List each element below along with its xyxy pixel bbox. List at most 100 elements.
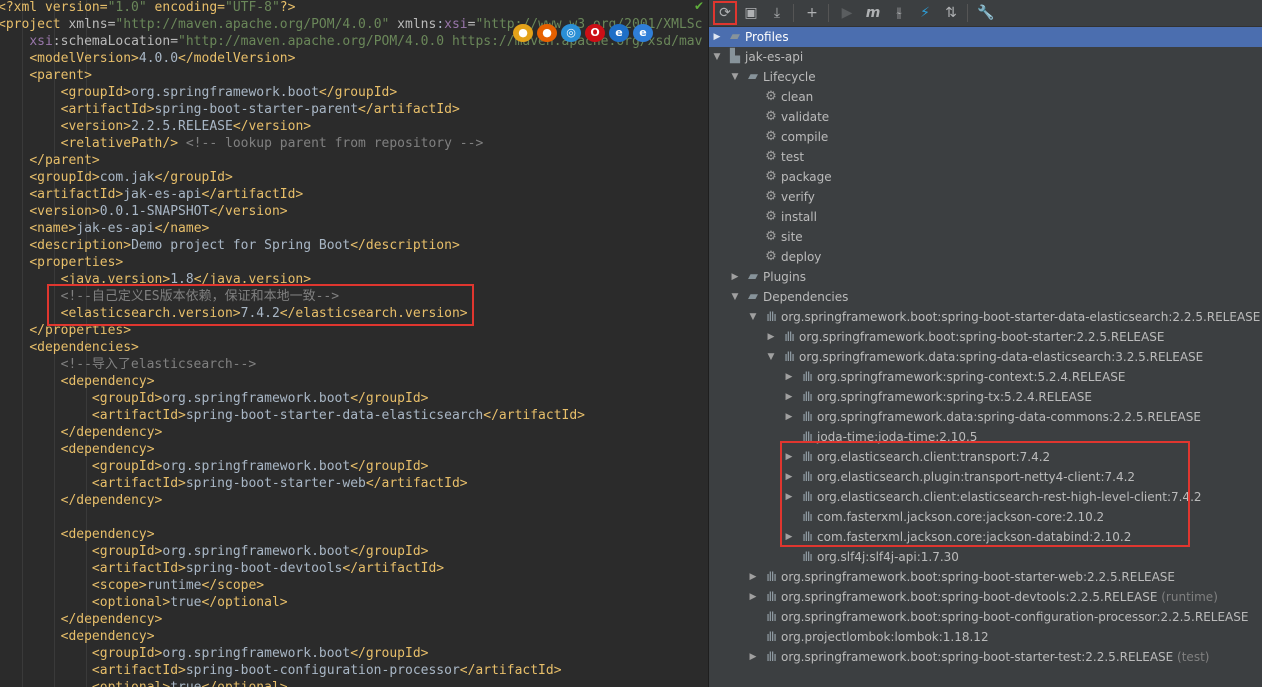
code-token: <groupId>: [91, 391, 163, 406]
tree-node[interactable]: ▼ ▙ jak-es-api: [709, 47, 1262, 67]
code-line[interactable]: <groupId>com.jak</groupId>: [0, 169, 233, 186]
run-maven-build-button[interactable]: ▶: [835, 2, 859, 24]
tree-node[interactable]: ▶ ıllı org.springframework.boot:spring-boo…: [709, 567, 1262, 587]
code-line[interactable]: <name>jak-es-api</name>: [0, 220, 209, 237]
code-line[interactable]: </dependency>: [0, 424, 163, 441]
collapse-arrow-icon[interactable]: ▼: [730, 67, 740, 87]
tree-node[interactable]: ⚙ compile: [709, 127, 1262, 147]
tree-node[interactable]: ▶ ıllı org.springframework.boot:spring-boo…: [709, 647, 1262, 667]
tree-node[interactable]: ▶ ıllı org.springframework.boot:spring-boo…: [709, 587, 1262, 607]
code-line[interactable]: <dependency>: [0, 526, 155, 543]
skip-tests-button[interactable]: ⚡: [913, 2, 937, 24]
safari-icon[interactable]: ◎: [561, 24, 581, 42]
pom-xml-editor[interactable]: <?xml version="1.0" encoding="UTF-8"?> <p…: [0, 0, 708, 687]
edge-icon[interactable]: e: [633, 24, 653, 42]
code-line[interactable]: <relativePath/> <!-- lookup parent from …: [0, 135, 484, 152]
tree-node-label: test: [781, 150, 805, 164]
tree-node[interactable]: ▼ ıllı org.springframework.data:spring-dat…: [709, 347, 1262, 367]
reimport-button[interactable]: ⟳: [713, 1, 737, 25]
code-line[interactable]: <groupId>org.springframework.boot</group…: [0, 458, 429, 475]
code-line[interactable]: <groupId>org.springframework.boot</group…: [0, 84, 398, 101]
code-line[interactable]: <?xml version="1.0" encoding="UTF-8"?>: [0, 0, 295, 16]
tree-node[interactable]: ⚙ validate: [709, 107, 1262, 127]
code-line[interactable]: <optional>true</optional>: [0, 594, 288, 611]
code-token: true: [170, 680, 201, 687]
collapse-arrow-icon[interactable]: ▼: [730, 287, 740, 307]
code-line[interactable]: </parent>: [0, 152, 99, 169]
code-line[interactable]: <groupId>org.springframework.boot</group…: [0, 645, 429, 662]
code-line[interactable]: <dependency>: [0, 373, 155, 390]
expand-arrow-icon[interactable]: ▶: [784, 387, 794, 407]
code-line[interactable]: <artifactId>spring-boot-starter-web</art…: [0, 475, 468, 492]
code-line[interactable]: <groupId>org.springframework.boot</group…: [0, 543, 429, 560]
download-sources-button[interactable]: ⤓: [765, 2, 789, 24]
tree-node[interactable]: ▶ ▰ Profiles: [709, 27, 1262, 47]
collapse-arrow-icon[interactable]: ▼: [712, 47, 722, 67]
firefox-icon[interactable]: ●: [537, 24, 557, 42]
code-line[interactable]: <dependency>: [0, 441, 155, 458]
code-line[interactable]: <artifactId>spring-boot-starter-data-ela…: [0, 407, 585, 424]
maven-settings-button[interactable]: 🔧: [974, 2, 998, 24]
code-line[interactable]: <modelVersion>4.0.0</modelVersion>: [0, 50, 295, 67]
code-line[interactable]: <description>Demo project for Spring Boo…: [0, 237, 459, 254]
code-line[interactable]: </dependency>: [0, 611, 163, 628]
opera-icon[interactable]: O: [585, 24, 605, 42]
tree-node[interactable]: ıllı org.projectlombok:lombok:1.18.12: [709, 627, 1262, 647]
code-line[interactable]: <artifactId>spring-boot-devtools</artifa…: [0, 560, 444, 577]
tree-node[interactable]: ıllı org.slf4j:slf4j-api:1.7.30: [709, 547, 1262, 567]
tree-node[interactable]: ▼ ıllı org.springframework.boot:spring-boo…: [709, 307, 1262, 327]
show-dependencies-button[interactable]: ⇅: [939, 2, 963, 24]
code-line[interactable]: <dependency>: [0, 628, 155, 645]
code-line[interactable]: <version>0.0.1-SNAPSHOT</version>: [0, 203, 287, 220]
tree-node[interactable]: ⚙ test: [709, 147, 1262, 167]
generate-sources-button[interactable]: ▣: [739, 2, 763, 24]
tree-node[interactable]: ▼ ▰ Lifecycle: [709, 67, 1262, 87]
ie-icon[interactable]: e: [609, 24, 629, 42]
code-line[interactable]: <groupId>org.springframework.boot</group…: [0, 390, 429, 407]
code-line[interactable]: <artifactId>spring-boot-starter-parent</…: [0, 101, 460, 118]
expand-arrow-icon[interactable]: ▶: [784, 367, 794, 387]
expand-arrow-icon[interactable]: ▶: [766, 327, 776, 347]
toggle-offline-button[interactable]: ⫳: [887, 2, 911, 24]
code-line[interactable]: <properties>: [0, 254, 123, 271]
collapse-arrow-icon[interactable]: ▼: [766, 347, 776, 367]
code-line[interactable]: <parent>: [0, 67, 92, 84]
execute-goal-button[interactable]: m: [861, 2, 885, 24]
expand-arrow-icon[interactable]: ▶: [748, 587, 758, 607]
tree-node[interactable]: ⚙ package: [709, 167, 1262, 187]
tree-node[interactable]: ⚙ verify: [709, 187, 1262, 207]
expand-arrow-icon[interactable]: ▶: [730, 267, 740, 287]
tree-node[interactable]: ▶ ıllı org.springframework.data:spring-dat…: [709, 407, 1262, 427]
tree-node[interactable]: ▶ ıllı org.springframework:spring-tx:5.2.4…: [709, 387, 1262, 407]
chrome-icon[interactable]: ●: [513, 24, 533, 42]
tree-node[interactable]: ▶ ıllı org.springframework:spring-context:…: [709, 367, 1262, 387]
code-line[interactable]: <!--导入了elasticsearch-->: [0, 356, 257, 373]
folder-icon: ▰: [748, 69, 758, 84]
collapse-arrow-icon[interactable]: ▼: [748, 307, 758, 327]
code-line[interactable]: <dependencies>: [0, 339, 139, 356]
tree-node[interactable]: ▶ ▰ Plugins: [709, 267, 1262, 287]
expand-arrow-icon[interactable]: ▶: [748, 567, 758, 587]
tree-node[interactable]: ⚙ deploy: [709, 247, 1262, 267]
expand-arrow-icon[interactable]: ▶: [784, 407, 794, 427]
code-line[interactable]: </dependency>: [0, 492, 163, 509]
expand-arrow-icon[interactable]: ▶: [748, 647, 758, 667]
tree-node[interactable]: ıllı org.springframework.boot:spring-boot…: [709, 607, 1262, 627]
code-line[interactable]: <optional>true</optional>: [0, 679, 288, 687]
tree-node[interactable]: ▶ ıllı org.springframework.boot:spring-boo…: [709, 327, 1262, 347]
tree-node-label: package: [781, 170, 832, 184]
lifecycle-goal-icon: ⚙: [765, 149, 777, 164]
tree-node[interactable]: ⚙ clean: [709, 87, 1262, 107]
code-line[interactable]: <scope>runtime</scope>: [0, 577, 264, 594]
tree-node[interactable]: ⚙ site: [709, 227, 1262, 247]
tree-node[interactable]: ⚙ install: [709, 207, 1262, 227]
tree-node[interactable]: ▼ ▰ Dependencies: [709, 287, 1262, 307]
code-line[interactable]: <artifactId>jak-es-api</artifactId>: [0, 186, 303, 203]
code-line[interactable]: <version>2.2.5.RELEASE</version>: [0, 118, 311, 135]
expand-arrow-icon[interactable]: ▶: [712, 27, 722, 47]
add-maven-project-button[interactable]: +: [800, 2, 824, 24]
code-line[interactable]: <artifactId>spring-boot-configuration-pr…: [0, 662, 562, 679]
